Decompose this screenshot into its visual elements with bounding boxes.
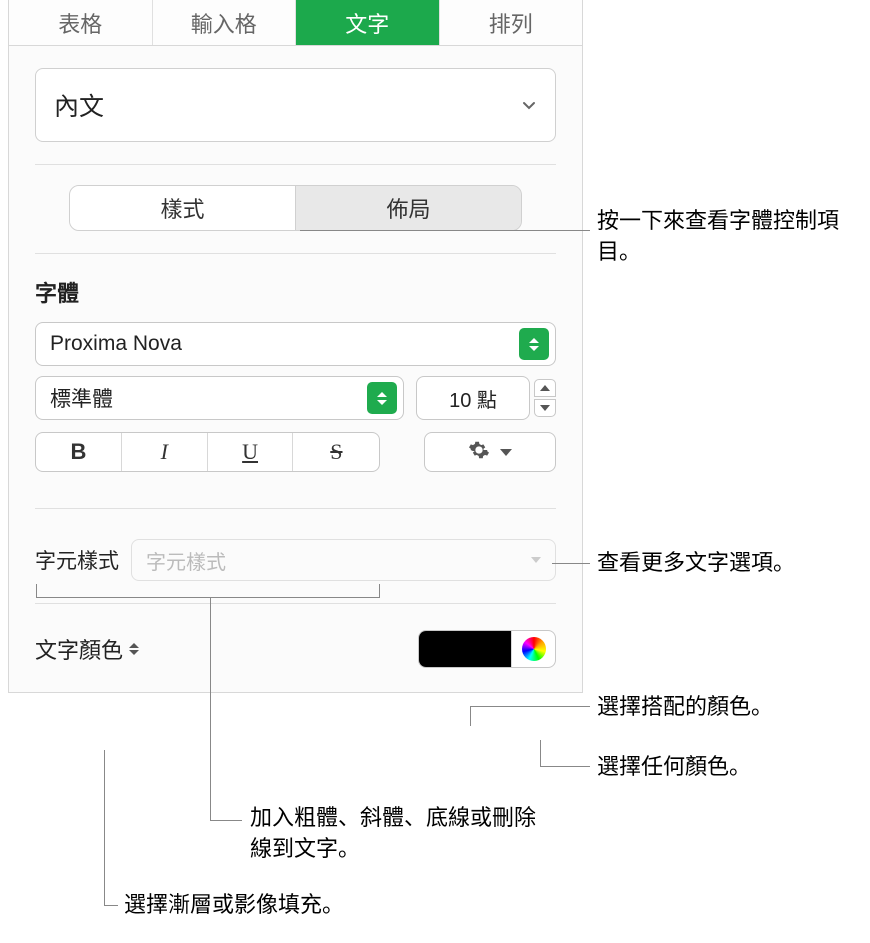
segment-layout[interactable]: 佈局 [296, 186, 521, 230]
callout-line [470, 706, 471, 726]
callout-line [540, 740, 541, 766]
advanced-options-button[interactable] [424, 432, 556, 472]
paragraph-style-label: 內文 [54, 87, 104, 123]
paragraph-style-popup[interactable]: 內文 [35, 68, 556, 142]
callout-line [210, 598, 211, 820]
chevron-down-icon [521, 97, 537, 113]
callout-line [300, 230, 590, 231]
character-style-placeholder: 字元樣式 [146, 546, 226, 575]
font-size-field[interactable]: 10 點 [416, 376, 530, 420]
font-family-value: Proxima Nova [50, 332, 182, 356]
callout-match-color: 選擇搭配的顏色。 [597, 692, 773, 723]
callout-any-color: 選擇任何顏色。 [597, 752, 751, 783]
color-swatch[interactable] [419, 631, 511, 667]
callout-line [552, 563, 590, 564]
font-size-up[interactable] [534, 379, 556, 397]
callout-bracket [36, 584, 380, 598]
chevron-down-icon [500, 449, 512, 456]
color-wheel-icon [522, 637, 546, 661]
updown-icon [129, 643, 139, 655]
color-wheel-button[interactable] [511, 631, 555, 667]
callout-gradient: 選擇漸層或影像填充。 [124, 890, 344, 921]
font-section-label: 字體 [35, 276, 556, 308]
callout-line [104, 750, 105, 905]
popup-stepper-icon [367, 382, 397, 414]
text-color-label: 文字顏色 [35, 633, 123, 665]
font-size-control: 10 點 [416, 376, 556, 420]
tab-arrange[interactable]: 排列 [440, 0, 583, 45]
callout-line [470, 706, 590, 707]
divider [35, 164, 556, 165]
gear-icon [468, 439, 490, 466]
callout-line [210, 820, 242, 821]
callout-more-options: 查看更多文字選項。 [597, 548, 795, 579]
font-weight-popup[interactable]: 標準體 [35, 376, 404, 420]
character-style-popup[interactable]: 字元樣式 [131, 539, 556, 581]
popup-stepper-icon [519, 328, 549, 360]
strikethrough-button[interactable]: S [293, 433, 379, 471]
callout-bius: 加入粗體、斜體、底線或刪除線到文字。 [250, 803, 550, 865]
callout-line [540, 766, 590, 767]
divider [35, 603, 556, 604]
chevron-down-icon [531, 557, 541, 563]
color-controls [418, 630, 556, 668]
callout-line [104, 905, 118, 906]
callout-style-controls: 按一下來查看字體控制項目。 [597, 206, 857, 268]
divider [35, 253, 556, 254]
font-size-stepper [534, 379, 556, 417]
tab-cell[interactable]: 輸入格 [153, 0, 297, 45]
divider [35, 508, 556, 509]
text-color-popup[interactable]: 文字顏色 [35, 633, 139, 665]
bold-button[interactable]: B [36, 433, 122, 471]
character-style-label: 字元樣式 [35, 545, 119, 575]
style-layout-segmented: 樣式 佈局 [69, 185, 522, 231]
font-family-popup[interactable]: Proxima Nova [35, 322, 556, 366]
font-weight-value: 標準體 [50, 383, 113, 413]
font-size-down[interactable] [534, 399, 556, 417]
underline-button[interactable]: U [208, 433, 294, 471]
tab-table[interactable]: 表格 [9, 0, 153, 45]
top-tabs: 表格 輸入格 文字 排列 [9, 0, 582, 46]
tab-text[interactable]: 文字 [296, 0, 440, 45]
segment-style[interactable]: 樣式 [70, 186, 296, 230]
italic-button[interactable]: I [122, 433, 208, 471]
text-style-group: B I U S [35, 432, 380, 472]
